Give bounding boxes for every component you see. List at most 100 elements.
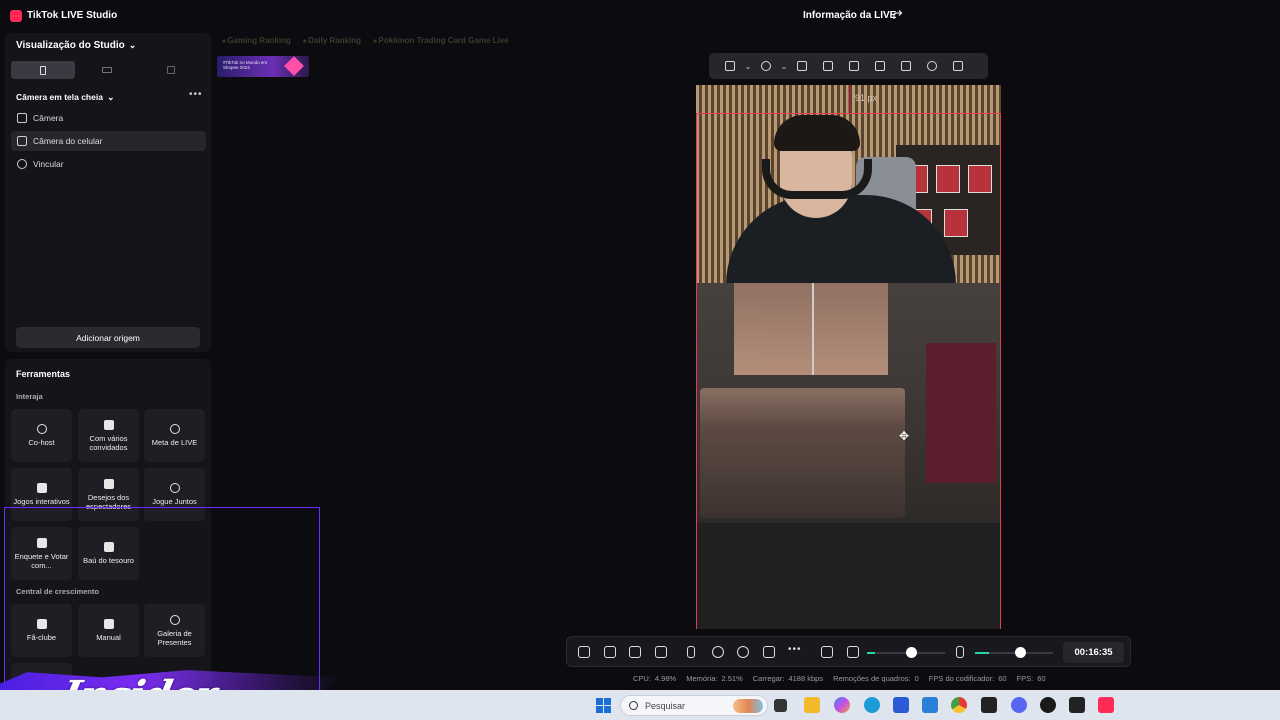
source-camera[interactable]: Câmera bbox=[11, 108, 206, 128]
screen-share-icon[interactable] bbox=[604, 646, 616, 658]
rotate-icon[interactable] bbox=[815, 53, 841, 79]
add-scene-icon[interactable] bbox=[655, 646, 667, 658]
tiktok-logo-icon bbox=[10, 10, 22, 22]
promo-banner[interactable]: #TikTok no Mundo em Shopee 2024 bbox=[217, 56, 309, 77]
studio-title[interactable]: Visualização do Studio ⌄ bbox=[16, 40, 136, 51]
flip-icon[interactable] bbox=[841, 53, 867, 79]
effects-icon[interactable] bbox=[737, 646, 749, 658]
selection-right-edge[interactable] bbox=[1000, 113, 1001, 629]
dropped-frames-stat: Remoções de quadros: 0 bbox=[833, 674, 919, 683]
magic-wand-icon[interactable] bbox=[578, 646, 590, 658]
camera-icon[interactable] bbox=[629, 646, 641, 658]
mail-icon[interactable] bbox=[922, 697, 938, 713]
file-explorer-icon[interactable] bbox=[804, 697, 820, 713]
task-view-icon[interactable] bbox=[774, 699, 787, 712]
globe-icon bbox=[17, 159, 27, 169]
layer-up-icon[interactable] bbox=[867, 53, 893, 79]
source-phone-camera[interactable]: Câmera do celular bbox=[11, 131, 206, 151]
mic-slider-knob[interactable] bbox=[1015, 647, 1026, 658]
gaming-ranking[interactable]: Gaming Ranking bbox=[222, 36, 291, 45]
encoder-fps-label: FPS do codificador: bbox=[928, 674, 995, 683]
volume-level bbox=[867, 652, 875, 654]
fit-glyph bbox=[725, 61, 735, 71]
crop-icon[interactable] bbox=[789, 53, 815, 79]
preview-hair bbox=[774, 115, 860, 151]
mixer-icon[interactable] bbox=[821, 646, 833, 658]
tool-multi-guest[interactable]: Com vários convidados bbox=[78, 409, 139, 462]
share-icon[interactable] bbox=[892, 9, 904, 21]
tool-label: Meta de LIVE bbox=[151, 438, 198, 447]
heart-icon bbox=[36, 619, 47, 629]
daily-ranking[interactable]: Daily Ranking bbox=[303, 36, 361, 45]
obs-icon[interactable] bbox=[1040, 697, 1056, 713]
windows-taskbar: Pesquisar bbox=[0, 690, 1280, 720]
capcut-icon[interactable] bbox=[981, 697, 997, 713]
landscape-icon bbox=[102, 67, 112, 73]
portrait-button[interactable] bbox=[11, 61, 75, 79]
app-title: TikTok LIVE Studio bbox=[27, 10, 118, 21]
phone-camera-icon bbox=[17, 136, 27, 146]
rotate-glyph bbox=[823, 61, 833, 71]
mobile-icon[interactable] bbox=[687, 646, 695, 658]
trash-icon[interactable] bbox=[945, 53, 971, 79]
microphone-icon[interactable] bbox=[956, 646, 964, 658]
tool-interactive-games[interactable]: Jogos interativos bbox=[11, 468, 72, 521]
upload-stat-value: 4188 kbps bbox=[788, 674, 824, 683]
tool-co-host[interactable]: Co-host bbox=[11, 409, 72, 462]
selection-top-edge[interactable] bbox=[696, 113, 1001, 114]
game-category[interactable]: Pokémon Trading Card Game Live bbox=[373, 36, 508, 45]
search-icon bbox=[629, 701, 638, 710]
preview-headset bbox=[762, 159, 872, 199]
chevron-down-icon[interactable]: ⌄ bbox=[779, 53, 789, 79]
settings-icon[interactable] bbox=[919, 53, 945, 79]
crop-glyph bbox=[797, 61, 807, 71]
live-info-title[interactable]: Informação da LIVE bbox=[803, 10, 896, 21]
tool-treasure-chest[interactable]: Baú do tesouro bbox=[78, 527, 139, 580]
scene-selector[interactable]: Câmera em tela cheia ⌄ bbox=[16, 92, 115, 103]
cpu-stat: CPU: 4.98% bbox=[633, 674, 676, 683]
discord-icon[interactable] bbox=[1011, 697, 1027, 713]
more-icon[interactable]: ••• bbox=[788, 644, 802, 655]
tool-label: Com vários convidados bbox=[89, 433, 128, 452]
chest-icon bbox=[103, 542, 114, 552]
volume-slider-knob[interactable] bbox=[906, 647, 917, 658]
copilot-icon[interactable] bbox=[834, 697, 850, 713]
tool-play-together[interactable]: Jogue Juntos bbox=[144, 468, 205, 521]
add-source-button[interactable]: Adicionar origem bbox=[16, 327, 200, 348]
chevron-down-icon[interactable]: ⌄ bbox=[743, 53, 753, 79]
tool-manual[interactable]: Manual bbox=[78, 604, 139, 657]
align-icon[interactable] bbox=[753, 53, 779, 79]
dual-layout-button[interactable] bbox=[139, 61, 203, 79]
tool-label: Jogos interativos bbox=[13, 497, 70, 506]
phone-camera-feed bbox=[696, 283, 1001, 629]
volume-icon[interactable] bbox=[847, 646, 859, 658]
tool-poll[interactable]: Enquete e Votar com... bbox=[11, 527, 72, 580]
tool-live-goal[interactable]: Meta de LIVE bbox=[144, 409, 205, 462]
chevron-down-icon: ⌄ bbox=[128, 40, 137, 50]
chrome-icon[interactable] bbox=[951, 697, 967, 713]
live-camera-icon[interactable] bbox=[763, 646, 775, 658]
store-icon[interactable] bbox=[893, 697, 909, 713]
tiktok-live-studio-icon[interactable] bbox=[1098, 697, 1114, 713]
title-bar: TikTok LIVE Studio Informação da LIVE bbox=[0, 0, 1280, 32]
taskbar-search[interactable]: Pesquisar bbox=[620, 695, 768, 716]
orientation-bar bbox=[11, 61, 203, 79]
landscape-button[interactable] bbox=[75, 61, 139, 79]
fit-icon[interactable] bbox=[717, 53, 743, 79]
tool-viewer-wishes[interactable]: Desejos dos espectadores bbox=[78, 468, 139, 521]
more-icon[interactable]: ••• bbox=[189, 89, 203, 100]
tool-gift-gallery[interactable]: Galeria de Presentes bbox=[144, 604, 205, 657]
selection-left-edge[interactable] bbox=[696, 113, 697, 629]
gamepad-icon bbox=[36, 483, 47, 493]
record-icon[interactable] bbox=[712, 646, 724, 658]
capcut-icon-2[interactable] bbox=[1069, 697, 1085, 713]
layer-down-glyph bbox=[901, 61, 911, 71]
windows-start-icon[interactable] bbox=[596, 698, 611, 713]
source-label: Vincular bbox=[33, 159, 64, 169]
live-preview[interactable] bbox=[696, 85, 1001, 629]
source-link[interactable]: Vincular bbox=[11, 154, 206, 174]
layer-down-icon[interactable] bbox=[893, 53, 919, 79]
tool-fan-club[interactable]: Fã-clube bbox=[11, 604, 72, 657]
edge-icon[interactable] bbox=[864, 697, 880, 713]
search-placeholder: Pesquisar bbox=[645, 701, 686, 711]
